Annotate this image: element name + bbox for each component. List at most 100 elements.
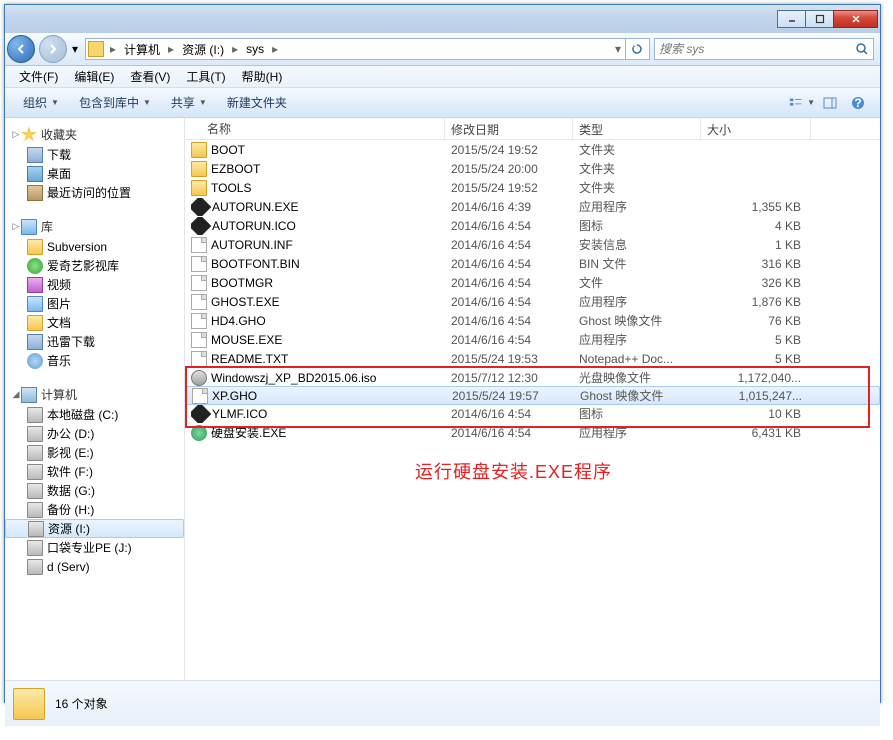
item-icon [27,258,43,274]
search-icon [855,42,869,56]
sidebar-group[interactable]: ▷库 [5,216,184,237]
file-row[interactable]: EZBOOT 2015/5/24 20:00 文件夹 [185,159,880,178]
preview-pane-button[interactable] [816,92,844,114]
chevron-right-icon[interactable]: ▸ [268,42,282,56]
sidebar-item[interactable]: 影视 (E:) [5,443,184,462]
file-row[interactable]: AUTORUN.ICO 2014/6/16 4:54 图标 4 KB [185,216,880,235]
file-row[interactable]: HD4.GHO 2014/6/16 4:54 Ghost 映像文件 76 KB [185,311,880,330]
breadcrumb[interactable]: ▸ 计算机 ▸ 资源 (I:) ▸ sys ▸ ▾ [85,38,650,60]
toolbar: 组织▼ 包含到库中▼ 共享▼ 新建文件夹 ▼ ? [5,88,880,118]
sidebar-item[interactable]: d (Serv) [5,557,184,576]
share-button[interactable]: 共享▼ [161,88,217,117]
file-icon [191,370,207,386]
menu-file[interactable]: 文件(F) [11,68,66,85]
sidebar-item[interactable]: 桌面 [5,164,184,183]
sidebar-item[interactable]: 本地磁盘 (C:) [5,405,184,424]
maximize-button[interactable] [805,10,834,28]
group-icon [21,127,37,143]
file-icon [191,180,207,196]
breadcrumb-seg-drive[interactable]: 资源 (I:) [178,39,228,59]
group-icon [21,387,37,403]
sidebar-item[interactable]: 办公 (D:) [5,424,184,443]
file-row[interactable]: XP.GHO 2015/5/24 19:57 Ghost 映像文件 1,015,… [185,386,880,405]
group-icon [21,219,37,235]
file-row[interactable]: YLMF.ICO 2014/6/16 4:54 图标 10 KB [185,404,880,423]
sidebar-item[interactable]: Subversion [5,237,184,256]
item-icon [27,407,43,423]
new-folder-button[interactable]: 新建文件夹 [217,88,297,117]
file-row[interactable]: TOOLS 2015/5/24 19:52 文件夹 [185,178,880,197]
file-row[interactable]: 硬盘安装.EXE 2014/6/16 4:54 应用程序 6,431 KB [185,423,880,442]
item-icon [27,483,43,499]
column-header: 名称 修改日期 类型 大小 [185,118,880,140]
include-library-button[interactable]: 包含到库中▼ [69,88,161,117]
file-row[interactable]: BOOT 2015/5/24 19:52 文件夹 [185,140,880,159]
file-row[interactable]: AUTORUN.INF 2014/6/16 4:54 安装信息 1 KB [185,235,880,254]
sidebar-item[interactable]: 音乐 [5,351,184,370]
menu-tools[interactable]: 工具(T) [178,68,233,85]
file-icon [191,142,207,158]
close-button[interactable] [833,10,878,28]
item-icon [27,559,43,575]
file-list[interactable]: 名称 修改日期 类型 大小 BOOT 2015/5/24 19:52 文件夹 E… [185,118,880,680]
item-icon [27,502,43,518]
sidebar-item[interactable]: 图片 [5,294,184,313]
item-icon [27,147,43,163]
status-text: 16 个对象 [55,695,108,712]
back-button[interactable] [7,35,35,63]
file-icon [191,405,211,423]
col-size[interactable]: 大小 [701,118,811,139]
col-date[interactable]: 修改日期 [445,118,573,139]
sidebar-item[interactable]: 软件 (F:) [5,462,184,481]
file-row[interactable]: BOOTFONT.BIN 2014/6/16 4:54 BIN 文件 316 K… [185,254,880,273]
sidebar-item[interactable]: 最近访问的位置 [5,183,184,202]
breadcrumb-seg-folder[interactable]: sys [242,39,268,59]
refresh-button[interactable] [625,38,647,60]
sidebar-item[interactable]: 资源 (I:) [5,519,184,538]
file-row[interactable]: Windowszj_XP_BD2015.06.iso 2015/7/12 12:… [185,368,880,387]
file-row[interactable]: AUTORUN.EXE 2014/6/16 4:39 应用程序 1,355 KB [185,197,880,216]
sidebar[interactable]: ▷收藏夹下载桌面最近访问的位置 ▷库Subversion爱奇艺影视库视频图片文档迅… [5,118,185,680]
folder-icon [13,688,45,720]
help-button[interactable]: ? [844,92,872,114]
menu-help[interactable]: 帮助(H) [234,68,291,85]
item-icon [27,353,43,369]
chevron-right-icon[interactable]: ▸ [228,42,242,56]
titlebar[interactable] [5,5,880,33]
sidebar-item[interactable]: 文档 [5,313,184,332]
sidebar-group[interactable]: ◢计算机 [5,384,184,405]
sidebar-item[interactable]: 数据 (G:) [5,481,184,500]
col-type[interactable]: 类型 [573,118,701,139]
file-icon [192,388,208,404]
breadcrumb-root-arrow[interactable]: ▸ [106,42,120,56]
minimize-button[interactable] [777,10,806,28]
col-name[interactable]: 名称 [185,118,445,139]
breadcrumb-seg-computer[interactable]: 计算机 [120,39,164,59]
sidebar-item[interactable]: 迅雷下载 [5,332,184,351]
menu-view[interactable]: 查看(V) [122,68,178,85]
file-row[interactable]: GHOST.EXE 2014/6/16 4:54 应用程序 1,876 KB [185,292,880,311]
file-row[interactable]: BOOTMGR 2014/6/16 4:54 文件 326 KB [185,273,880,292]
search-input[interactable] [659,42,855,56]
sidebar-item[interactable]: 口袋专业PE (J:) [5,538,184,557]
sidebar-item[interactable]: 下载 [5,145,184,164]
menu-bar: 文件(F) 编辑(E) 查看(V) 工具(T) 帮助(H) [5,66,880,88]
file-row[interactable]: MOUSE.EXE 2014/6/16 4:54 应用程序 5 KB [185,330,880,349]
breadcrumb-dropdown[interactable]: ▾ [611,42,625,56]
menu-edit[interactable]: 编辑(E) [66,68,122,85]
forward-button[interactable] [39,35,67,63]
sidebar-item[interactable]: 爱奇艺影视库 [5,256,184,275]
item-icon [27,464,43,480]
file-icon [191,217,211,235]
view-mode-button[interactable]: ▼ [788,92,816,114]
sidebar-group[interactable]: ▷收藏夹 [5,124,184,145]
sidebar-item[interactable]: 视频 [5,275,184,294]
organize-button[interactable]: 组织▼ [13,88,69,117]
file-row[interactable]: README.TXT 2015/5/24 19:53 Notepad++ Doc… [185,349,880,368]
chevron-right-icon[interactable]: ▸ [164,42,178,56]
folder-icon [88,41,104,57]
search-box[interactable] [654,38,874,60]
sidebar-item[interactable]: 备份 (H:) [5,500,184,519]
file-icon [191,332,207,348]
nav-history-dropdown[interactable]: ▾ [69,39,81,59]
